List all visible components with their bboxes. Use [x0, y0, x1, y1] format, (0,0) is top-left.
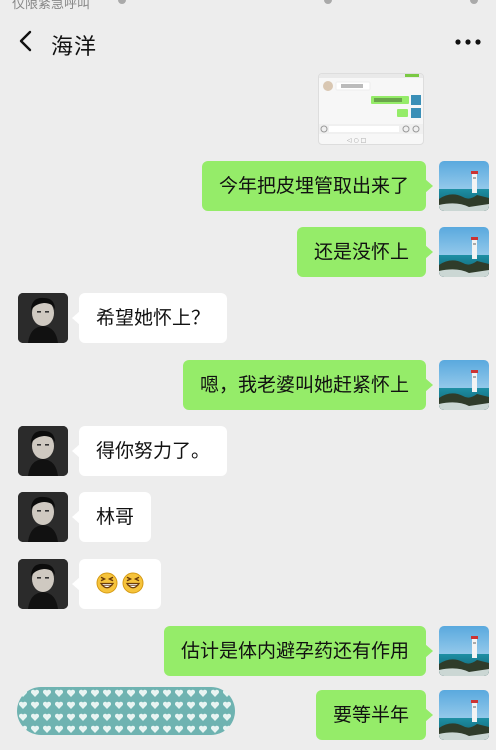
outgoing-message-bubble[interactable]: 嗯，我老婆叫她赶紧怀上	[182, 360, 434, 410]
grin-emoji	[96, 572, 118, 594]
grin-emoji	[122, 572, 144, 594]
contact-avatar[interactable]	[18, 559, 68, 609]
contact-avatar[interactable]	[18, 293, 68, 343]
chat-header: 海洋	[0, 10, 496, 72]
status-icon	[118, 0, 126, 4]
status-icon	[470, 0, 478, 4]
message-text: 今年把皮埋管取出来了	[218, 175, 409, 197]
outgoing-message-bubble[interactable]: 估计是体内避孕药还有作用	[163, 626, 434, 676]
message-text: 嗯，我老婆叫她赶紧怀上	[199, 374, 409, 396]
outgoing-message-bubble[interactable]: 今年把皮埋管取出来了	[201, 161, 434, 211]
chat-title: 海洋	[51, 35, 98, 60]
message-text: 还是没怀上	[313, 241, 409, 263]
incoming-message-bubble[interactable]: 林哥	[71, 492, 152, 542]
outgoing-message-bubble[interactable]: 要等半年	[315, 690, 434, 740]
my-avatar[interactable]	[439, 227, 489, 277]
message-text: 得你努力了。	[96, 440, 211, 462]
more-dots-icon[interactable]	[454, 38, 484, 46]
incoming-message-bubble[interactable]: 希望她怀上？	[71, 293, 228, 343]
incoming-message-bubble[interactable]: 得你努力了。	[71, 426, 228, 476]
my-avatar[interactable]	[439, 626, 489, 676]
image-message-thumbnail[interactable]: ◁ ○ □	[318, 73, 424, 145]
message-text: 希望她怀上？	[96, 307, 211, 329]
chevron-left-icon[interactable]	[16, 30, 38, 52]
my-avatar[interactable]	[439, 690, 489, 740]
incoming-message-bubble[interactable]	[72, 559, 161, 609]
status-text: 仅限紧急呼叫	[12, 0, 91, 10]
status-icon	[324, 0, 332, 4]
my-avatar[interactable]	[439, 360, 489, 410]
message-text: 要等半年	[332, 704, 409, 726]
outgoing-message-bubble[interactable]: 还是没怀上	[296, 227, 434, 277]
redaction-overlay	[17, 687, 235, 735]
contact-avatar[interactable]	[18, 492, 68, 542]
my-avatar[interactable]	[439, 161, 489, 211]
contact-avatar[interactable]	[18, 426, 68, 476]
message-text: 林哥	[96, 506, 135, 528]
message-text: 估计是体内避孕药还有作用	[180, 640, 409, 662]
status-bar: 仅限紧急呼叫	[0, 0, 496, 10]
svg-text:◁ ○ □: ◁ ○ □	[347, 137, 366, 144]
